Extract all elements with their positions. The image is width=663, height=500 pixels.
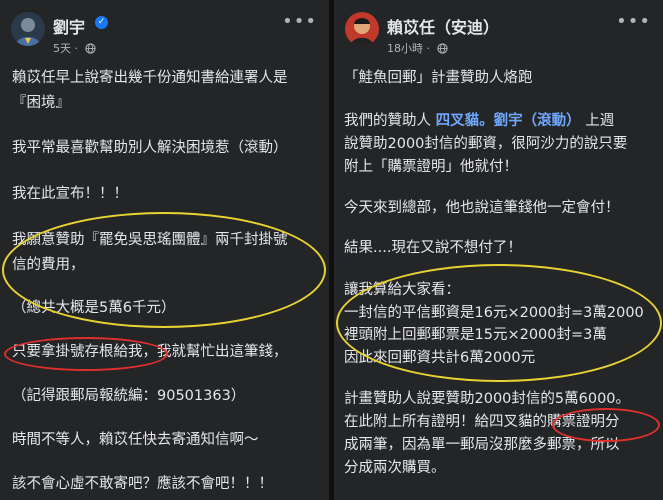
- more-options-icon[interactable]: •••: [616, 13, 651, 31]
- left-post: 劉宇 ✓ 5天 · ••• 賴苡任早上說寄出幾千份通知書給連署人是 『困境』 我…: [0, 0, 329, 500]
- post-text-line: 附上「購票證明」他就付！: [344, 159, 518, 175]
- post-text-line: 讓我算給大家看：: [344, 282, 460, 298]
- post-text-line: 因此來回郵資共計6萬2000元: [344, 350, 536, 366]
- post-text-line: 我們的贊助人 四叉貓。劉宇（滾動） 上週: [344, 111, 614, 131]
- author-name[interactable]: 劉宇: [53, 14, 85, 38]
- text-segment: 。: [479, 113, 494, 129]
- mention-link[interactable]: 四叉貓: [436, 113, 480, 129]
- post-text-line: 我在此宣布！！！: [12, 186, 128, 202]
- separator-dot: ·: [74, 42, 82, 55]
- post-text-line: 成兩筆，因為單一郵局沒那麼多郵票，所以: [344, 437, 620, 453]
- text-segment: 上週: [580, 113, 615, 129]
- post-text-line: 「鮭魚回郵」計畫贊助人烙跑: [344, 70, 533, 86]
- author-name[interactable]: 賴苡任（安迪）: [387, 14, 499, 38]
- post-text-line: 我平常最喜歡幫助別人解決困境惹（滾動）: [12, 140, 288, 156]
- avatar[interactable]: [11, 12, 45, 46]
- post-time[interactable]: 5天: [53, 42, 71, 55]
- post-meta: 18小時 ·: [387, 40, 448, 56]
- post-text-line: 該不會心虛不敢寄吧？應該不會吧！！！: [12, 476, 273, 492]
- post-text-line: 今天來到總部，他也說這筆錢他一定會付！: [344, 200, 620, 216]
- globe-icon: [84, 43, 96, 54]
- post-text-line: 賴苡任早上說寄出幾千份通知書給連署人是: [12, 70, 288, 86]
- post-header: 賴苡任（安迪） 18小時 · •••: [334, 0, 663, 62]
- post-text-line: 分成兩次購買。: [344, 460, 446, 476]
- globe-icon: [436, 43, 448, 54]
- post-text-line: 只要拿掛號存根給我，我就幫忙出這筆錢，: [12, 344, 288, 360]
- verified-badge-icon: ✓: [95, 16, 108, 29]
- post-text-line: （記得跟郵局報統編：90501363）: [12, 388, 246, 404]
- post-meta: 5天 ·: [53, 40, 96, 56]
- post-text-line: 在此附上所有證明！給四叉貓的購票證明分: [344, 414, 620, 430]
- text-segment: 我們的贊助人: [344, 113, 436, 129]
- post-text-line: 說贊助2000封信的郵資，很阿沙力的說只要: [344, 136, 628, 152]
- more-options-icon[interactable]: •••: [282, 13, 317, 31]
- post-text-line: 『困境』: [12, 95, 70, 111]
- post-header: 劉宇 ✓ 5天 · •••: [0, 0, 329, 62]
- post-text-line: 計畫贊助人說要贊助2000封信的5萬6000。: [344, 391, 631, 407]
- separator-dot: ·: [426, 42, 434, 55]
- mention-link[interactable]: 劉宇（滾動）: [494, 113, 581, 129]
- post-time[interactable]: 18小時: [387, 42, 423, 55]
- post-text-line: 信的費用，: [12, 257, 85, 273]
- right-post: 賴苡任（安迪） 18小時 · ••• 「鮭魚回郵」計畫贊助人烙跑 我們的贊助人 …: [334, 0, 663, 500]
- post-text-line: 一封信的平信郵資是16元×2000封=3萬2000: [344, 305, 644, 321]
- avatar[interactable]: [345, 12, 379, 46]
- post-text-line: 結果....現在又說不想付了！: [344, 240, 522, 256]
- post-text-line: （總共大概是5萬6千元）: [12, 300, 176, 316]
- post-text-line: 時間不等人，賴苡任快去寄通知信啊～: [12, 432, 259, 448]
- post-text-line: 裡頭附上回郵郵票是15元×2000封=3萬: [344, 327, 607, 343]
- post-text-line: 我願意贊助『罷免吳思瑤團體』兩千封掛號: [12, 232, 288, 248]
